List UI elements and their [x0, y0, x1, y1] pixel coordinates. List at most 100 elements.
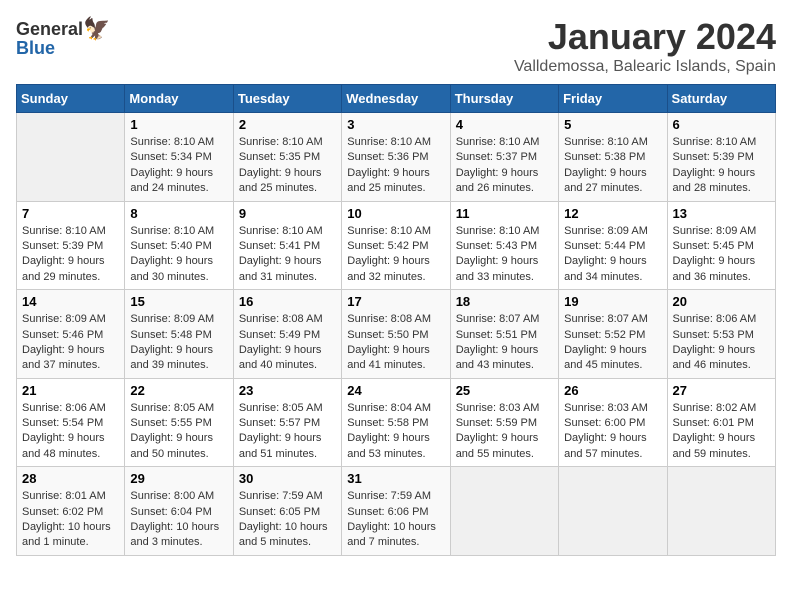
logo-bird-icon: 🦅	[83, 16, 110, 42]
calendar-cell: 16 Sunrise: 8:08 AMSunset: 5:49 PMDaylig…	[233, 290, 341, 379]
calendar-cell: 19 Sunrise: 8:07 AMSunset: 5:52 PMDaylig…	[559, 290, 667, 379]
day-info: Sunrise: 8:10 AMSunset: 5:43 PMDaylight:…	[456, 224, 553, 286]
day-info: Sunrise: 8:05 AMSunset: 5:55 PMDaylight:…	[130, 401, 227, 463]
calendar-cell: 10 Sunrise: 8:10 AMSunset: 5:42 PMDaylig…	[342, 201, 450, 290]
calendar-cell: 14 Sunrise: 8:09 AMSunset: 5:46 PMDaylig…	[17, 290, 125, 379]
day-number: 11	[456, 206, 553, 221]
header: General 🦅 Blue January 2024 Valldemossa,…	[16, 16, 776, 76]
calendar-cell: 24 Sunrise: 8:04 AMSunset: 5:58 PMDaylig…	[342, 378, 450, 467]
day-info: Sunrise: 8:10 AMSunset: 5:34 PMDaylight:…	[130, 135, 227, 197]
calendar-week-row: 1 Sunrise: 8:10 AMSunset: 5:34 PMDayligh…	[17, 113, 776, 202]
weekday-header: Saturday	[667, 85, 775, 113]
calendar-week-row: 28 Sunrise: 8:01 AMSunset: 6:02 PMDaylig…	[17, 467, 776, 556]
day-number: 5	[564, 117, 661, 132]
day-info: Sunrise: 8:02 AMSunset: 6:01 PMDaylight:…	[673, 401, 770, 463]
day-number: 14	[22, 294, 119, 309]
weekday-header-row: SundayMondayTuesdayWednesdayThursdayFrid…	[17, 85, 776, 113]
calendar-cell	[17, 113, 125, 202]
day-info: Sunrise: 8:08 AMSunset: 5:50 PMDaylight:…	[347, 312, 444, 374]
weekday-header: Monday	[125, 85, 233, 113]
calendar-cell: 2 Sunrise: 8:10 AMSunset: 5:35 PMDayligh…	[233, 113, 341, 202]
weekday-header: Friday	[559, 85, 667, 113]
day-info: Sunrise: 8:10 AMSunset: 5:39 PMDaylight:…	[673, 135, 770, 197]
day-number: 7	[22, 206, 119, 221]
day-info: Sunrise: 8:10 AMSunset: 5:42 PMDaylight:…	[347, 224, 444, 286]
logo-blue-text: Blue	[16, 38, 55, 59]
day-info: Sunrise: 8:06 AMSunset: 5:54 PMDaylight:…	[22, 401, 119, 463]
calendar-cell: 13 Sunrise: 8:09 AMSunset: 5:45 PMDaylig…	[667, 201, 775, 290]
calendar-cell: 30 Sunrise: 7:59 AMSunset: 6:05 PMDaylig…	[233, 467, 341, 556]
calendar-week-row: 14 Sunrise: 8:09 AMSunset: 5:46 PMDaylig…	[17, 290, 776, 379]
calendar-cell	[450, 467, 558, 556]
calendar-cell: 26 Sunrise: 8:03 AMSunset: 6:00 PMDaylig…	[559, 378, 667, 467]
day-info: Sunrise: 8:10 AMSunset: 5:40 PMDaylight:…	[130, 224, 227, 286]
day-info: Sunrise: 8:03 AMSunset: 6:00 PMDaylight:…	[564, 401, 661, 463]
day-number: 27	[673, 383, 770, 398]
day-number: 15	[130, 294, 227, 309]
weekday-header: Sunday	[17, 85, 125, 113]
title-area: January 2024 Valldemossa, Balearic Islan…	[514, 16, 776, 76]
day-info: Sunrise: 7:59 AMSunset: 6:06 PMDaylight:…	[347, 489, 444, 551]
day-number: 24	[347, 383, 444, 398]
day-number: 2	[239, 117, 336, 132]
calendar-title: January 2024	[514, 16, 776, 58]
day-info: Sunrise: 8:07 AMSunset: 5:52 PMDaylight:…	[564, 312, 661, 374]
calendar-cell	[667, 467, 775, 556]
day-info: Sunrise: 8:10 AMSunset: 5:35 PMDaylight:…	[239, 135, 336, 197]
calendar-cell	[559, 467, 667, 556]
day-info: Sunrise: 8:04 AMSunset: 5:58 PMDaylight:…	[347, 401, 444, 463]
day-number: 23	[239, 383, 336, 398]
weekday-header: Thursday	[450, 85, 558, 113]
day-number: 31	[347, 471, 444, 486]
day-info: Sunrise: 8:05 AMSunset: 5:57 PMDaylight:…	[239, 401, 336, 463]
calendar-cell: 21 Sunrise: 8:06 AMSunset: 5:54 PMDaylig…	[17, 378, 125, 467]
day-number: 10	[347, 206, 444, 221]
day-info: Sunrise: 8:00 AMSunset: 6:04 PMDaylight:…	[130, 489, 227, 551]
logo-general-text: General	[16, 19, 83, 40]
day-info: Sunrise: 8:01 AMSunset: 6:02 PMDaylight:…	[22, 489, 119, 551]
day-info: Sunrise: 8:10 AMSunset: 5:41 PMDaylight:…	[239, 224, 336, 286]
calendar-cell: 18 Sunrise: 8:07 AMSunset: 5:51 PMDaylig…	[450, 290, 558, 379]
calendar-cell: 25 Sunrise: 8:03 AMSunset: 5:59 PMDaylig…	[450, 378, 558, 467]
logo: General 🦅 Blue	[16, 16, 110, 59]
calendar-cell: 15 Sunrise: 8:09 AMSunset: 5:48 PMDaylig…	[125, 290, 233, 379]
calendar-cell: 28 Sunrise: 8:01 AMSunset: 6:02 PMDaylig…	[17, 467, 125, 556]
calendar-cell: 17 Sunrise: 8:08 AMSunset: 5:50 PMDaylig…	[342, 290, 450, 379]
calendar-cell: 31 Sunrise: 7:59 AMSunset: 6:06 PMDaylig…	[342, 467, 450, 556]
day-info: Sunrise: 8:03 AMSunset: 5:59 PMDaylight:…	[456, 401, 553, 463]
day-number: 8	[130, 206, 227, 221]
day-info: Sunrise: 8:10 AMSunset: 5:39 PMDaylight:…	[22, 224, 119, 286]
day-info: Sunrise: 8:10 AMSunset: 5:37 PMDaylight:…	[456, 135, 553, 197]
calendar-cell: 27 Sunrise: 8:02 AMSunset: 6:01 PMDaylig…	[667, 378, 775, 467]
day-info: Sunrise: 8:09 AMSunset: 5:46 PMDaylight:…	[22, 312, 119, 374]
day-number: 30	[239, 471, 336, 486]
calendar-cell: 22 Sunrise: 8:05 AMSunset: 5:55 PMDaylig…	[125, 378, 233, 467]
calendar-subtitle: Valldemossa, Balearic Islands, Spain	[514, 58, 776, 76]
calendar-cell: 29 Sunrise: 8:00 AMSunset: 6:04 PMDaylig…	[125, 467, 233, 556]
calendar-cell: 12 Sunrise: 8:09 AMSunset: 5:44 PMDaylig…	[559, 201, 667, 290]
weekday-header: Tuesday	[233, 85, 341, 113]
day-info: Sunrise: 7:59 AMSunset: 6:05 PMDaylight:…	[239, 489, 336, 551]
calendar-cell: 11 Sunrise: 8:10 AMSunset: 5:43 PMDaylig…	[450, 201, 558, 290]
day-number: 26	[564, 383, 661, 398]
day-number: 20	[673, 294, 770, 309]
day-info: Sunrise: 8:09 AMSunset: 5:45 PMDaylight:…	[673, 224, 770, 286]
day-number: 4	[456, 117, 553, 132]
calendar-cell: 1 Sunrise: 8:10 AMSunset: 5:34 PMDayligh…	[125, 113, 233, 202]
day-number: 16	[239, 294, 336, 309]
day-number: 21	[22, 383, 119, 398]
day-number: 29	[130, 471, 227, 486]
day-number: 3	[347, 117, 444, 132]
calendar-cell: 9 Sunrise: 8:10 AMSunset: 5:41 PMDayligh…	[233, 201, 341, 290]
calendar-cell: 3 Sunrise: 8:10 AMSunset: 5:36 PMDayligh…	[342, 113, 450, 202]
calendar-cell: 8 Sunrise: 8:10 AMSunset: 5:40 PMDayligh…	[125, 201, 233, 290]
day-info: Sunrise: 8:08 AMSunset: 5:49 PMDaylight:…	[239, 312, 336, 374]
day-number: 13	[673, 206, 770, 221]
calendar-cell: 5 Sunrise: 8:10 AMSunset: 5:38 PMDayligh…	[559, 113, 667, 202]
day-info: Sunrise: 8:09 AMSunset: 5:48 PMDaylight:…	[130, 312, 227, 374]
day-number: 9	[239, 206, 336, 221]
weekday-header: Wednesday	[342, 85, 450, 113]
calendar-table: SundayMondayTuesdayWednesdayThursdayFrid…	[16, 84, 776, 556]
calendar-cell: 7 Sunrise: 8:10 AMSunset: 5:39 PMDayligh…	[17, 201, 125, 290]
calendar-cell: 23 Sunrise: 8:05 AMSunset: 5:57 PMDaylig…	[233, 378, 341, 467]
